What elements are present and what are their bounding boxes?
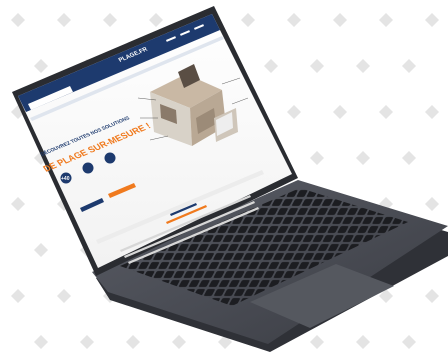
diamond-shape: [402, 151, 416, 165]
clock-icon: [104, 152, 116, 164]
diamond-shape: [34, 59, 48, 73]
diamond-shape: [310, 151, 324, 165]
diamond-shape: [287, 105, 301, 119]
scene: PLAGE.FR DÉCOUVREZ TOUTES NOS SOLUTIONS …: [11, 6, 448, 352]
diamond-shape: [356, 151, 370, 165]
diamond-shape: [402, 335, 416, 349]
diamond-shape: [11, 289, 25, 303]
diamond-shape: [356, 59, 370, 73]
badge-value: +40: [61, 176, 70, 182]
diamond-shape: [80, 335, 94, 349]
diamond-shape: [310, 335, 324, 349]
diamond-shape: [425, 197, 439, 211]
diamond-shape: [333, 13, 347, 27]
diamond-shape: [11, 197, 25, 211]
diamond-shape: [11, 13, 25, 27]
diamond-shape: [287, 13, 301, 27]
diamond-shape: [126, 335, 140, 349]
diamond-shape: [57, 13, 71, 27]
diamond-shape: [402, 59, 416, 73]
diamond-shape: [34, 243, 48, 257]
diamond-shape: [57, 289, 71, 303]
diamond-shape: [241, 13, 255, 27]
diamond-shape: [149, 13, 163, 27]
diamond-shape: [34, 335, 48, 349]
diamond-shape: [310, 59, 324, 73]
diamond-shape: [356, 335, 370, 349]
diamond-shape: [425, 13, 439, 27]
diamond-shape: [264, 59, 278, 73]
diamond-shape: [172, 335, 186, 349]
diamond-shape: [425, 289, 439, 303]
diamond-shape: [103, 13, 117, 27]
diamond-shape: [425, 105, 439, 119]
diamond-shape: [379, 13, 393, 27]
tools-icon: [82, 162, 94, 174]
diamond-shape: [379, 105, 393, 119]
diamond-shape: [333, 105, 347, 119]
